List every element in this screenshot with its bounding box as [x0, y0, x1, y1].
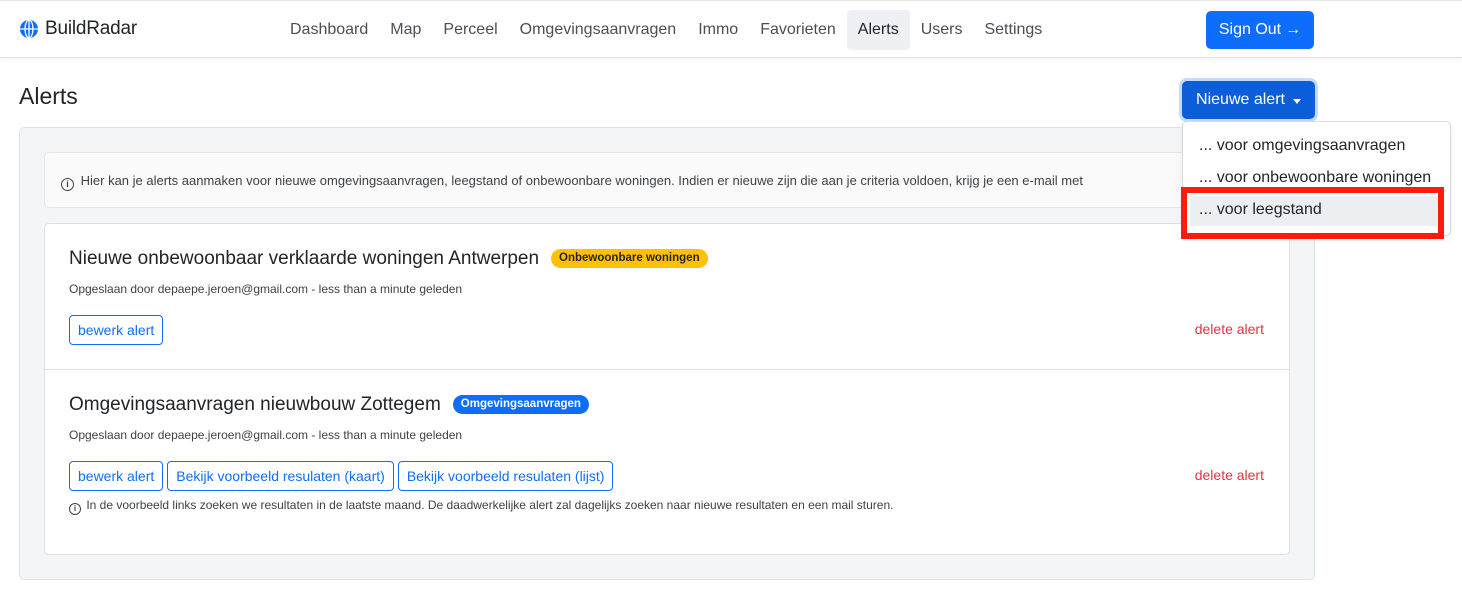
globe-icon	[20, 19, 38, 39]
info-banner: i Hier kan je alerts aanmaken voor nieuw…	[44, 152, 1290, 208]
nav-item-users[interactable]: Users	[910, 10, 974, 50]
caret-down-icon	[1292, 98, 1301, 104]
menu-item-onbewoonbare-woningen[interactable]: ... voor onbewoonbare woningen	[1199, 169, 1431, 187]
nav-item-map[interactable]: Map	[379, 10, 432, 50]
brand[interactable]: BuildRadar	[19, 18, 137, 40]
nav-item-immo[interactable]: Immo	[687, 10, 749, 50]
preview-map-button[interactable]: Bekijk voorbeeld resulaten (kaart)	[167, 461, 394, 491]
nav-item-dashboard[interactable]: Dashboard	[279, 10, 379, 50]
alert-title: Omgevingsaanvragen nieuwbouw Zottegem	[69, 394, 441, 415]
info-text: Hier kan je alerts aanmaken voor nieuwe …	[80, 173, 1083, 188]
preview-list-button[interactable]: Bekijk voorbeeld resulaten (lijst)	[397, 461, 614, 491]
nav-item-settings[interactable]: Settings	[973, 10, 1053, 50]
new-alert-dropdown-button[interactable]: Nieuwe alert	[1182, 81, 1315, 119]
arrow-right-icon: →	[1285, 21, 1302, 38]
info-icon: i	[69, 503, 81, 515]
alert-title: Nieuwe onbewoonbaar verklaarde woningen …	[69, 248, 540, 269]
nav-item-perceel[interactable]: Perceel	[432, 10, 508, 50]
alert-item: Nieuwe onbewoonbaar verklaarde woningen …	[45, 224, 1289, 370]
alerts-list: Nieuwe onbewoonbaar verklaarde woningen …	[44, 223, 1290, 555]
nav-item-omgevingsaanvragen[interactable]: Omgevingsaanvragen	[509, 10, 688, 50]
alert-actions: bewerk alert Bekijk voorbeeld resulaten …	[69, 461, 614, 491]
delete-alert-link[interactable]: delete alert	[1195, 321, 1264, 337]
alert-item: Omgevingsaanvragen nieuwbouw Zottegem Omg…	[45, 370, 1289, 554]
delete-alert-link[interactable]: delete alert	[1195, 467, 1264, 483]
top-navbar: BuildRadar Dashboard Map Perceel Omgevin…	[0, 0, 1462, 58]
highlight-annotation-box	[1181, 187, 1444, 239]
new-alert-label: Nieuwe alert	[1196, 91, 1285, 108]
sign-out-label: Sign Out	[1218, 21, 1282, 38]
alert-type-badge: Omgevingsaanvragen	[452, 395, 589, 414]
alert-type-badge: Onbewoonbare woningen	[551, 249, 708, 268]
nav-links: Dashboard Map Perceel Omgevingsaanvragen…	[279, 10, 1053, 50]
menu-item-omgevingsaanvragen[interactable]: ... voor omgevingsaanvragen	[1199, 137, 1405, 155]
sign-out-button[interactable]: Sign Out →	[1206, 11, 1314, 49]
nav-item-alerts[interactable]: Alerts	[846, 10, 910, 50]
info-icon: i	[61, 178, 74, 191]
alert-meta: Opgeslaan door depaepe.jeroen@gmail.com …	[69, 282, 463, 296]
edit-alert-button[interactable]: bewerk alert	[69, 315, 164, 345]
page-title: Alerts	[19, 83, 78, 109]
brand-name: BuildRadar	[45, 18, 137, 39]
alert-title-wrapper: Nieuwe onbewoonbaar verklaarde woningen …	[69, 248, 708, 270]
edit-alert-button[interactable]: bewerk alert	[69, 461, 164, 491]
alert-actions: bewerk alert	[69, 315, 164, 345]
preview-hint: i In de voorbeeld links zoeken we result…	[69, 498, 893, 515]
alert-title-wrapper: Omgevingsaanvragen nieuwbouw Zottegem Omg…	[69, 394, 589, 416]
hint-text: In de voorbeeld links zoeken we resultat…	[86, 498, 894, 512]
nav-item-favorieten[interactable]: Favorieten	[749, 10, 847, 50]
alert-meta: Opgeslaan door depaepe.jeroen@gmail.com …	[69, 428, 463, 442]
